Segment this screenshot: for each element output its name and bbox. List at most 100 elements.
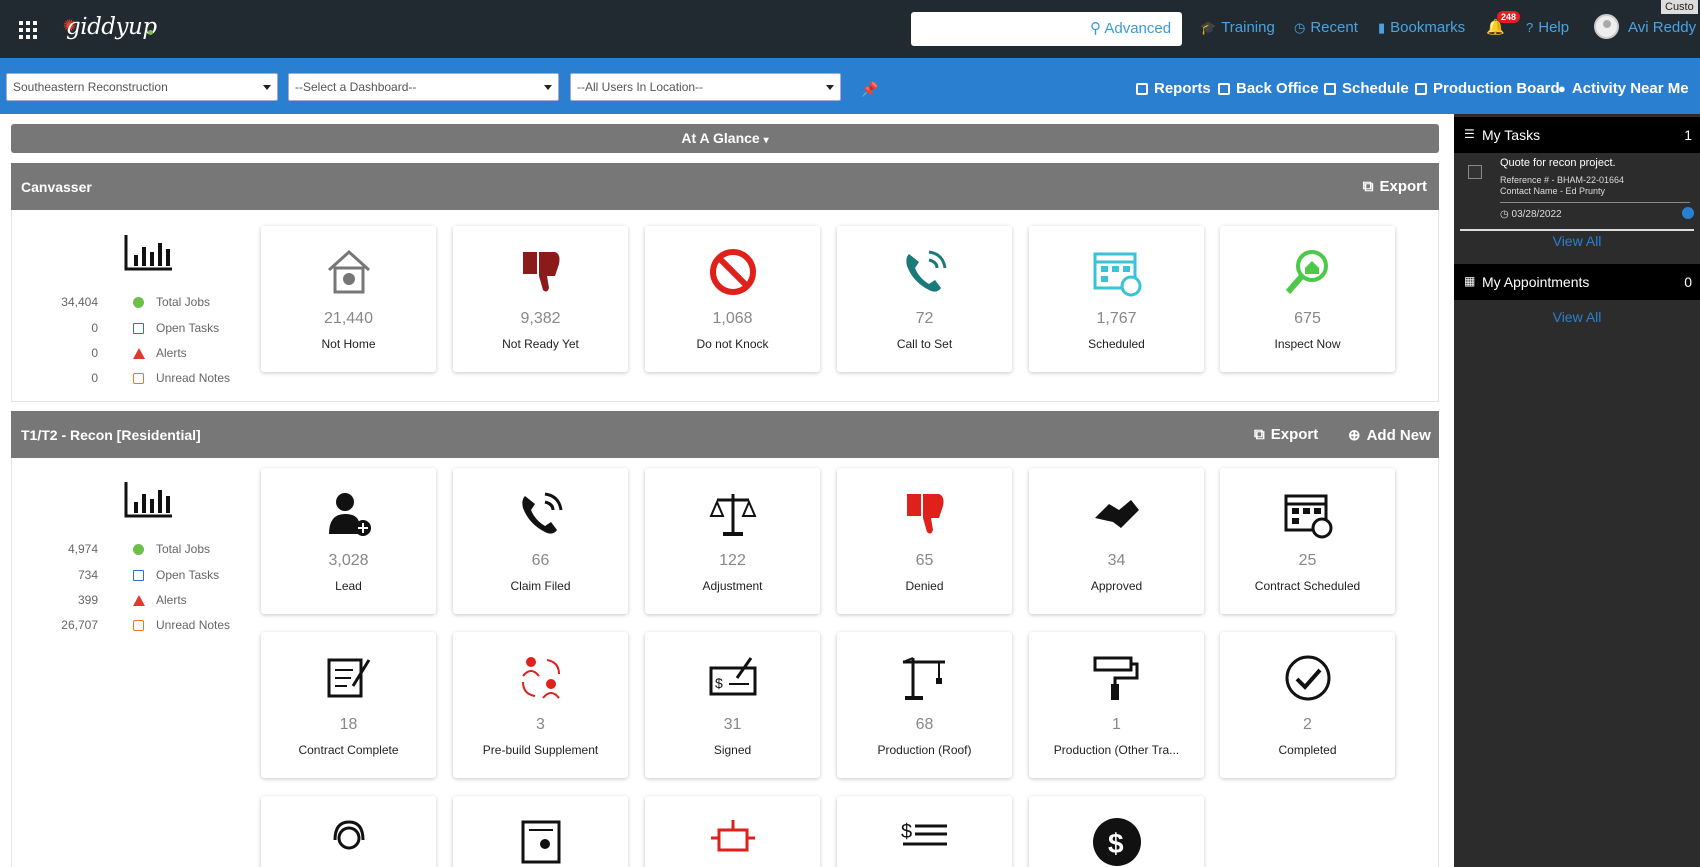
status-card-partial[interactable]: $ [1029, 796, 1204, 867]
card-count: 25 [1298, 552, 1317, 569]
activity-near-me-link[interactable]: ● Activity Near Me [1558, 80, 1689, 97]
card-count: 65 [915, 552, 934, 569]
card-count: 34 [1107, 552, 1126, 569]
corner-tag: Custo [1661, 0, 1698, 14]
dashboard-select[interactable]: --Select a Dashboard-- [288, 73, 559, 101]
my-appointments-header[interactable]: ▦ My Appointments 0 [1454, 264, 1700, 300]
card-count: 122 [719, 552, 746, 569]
stat-label: Open Tasks [156, 568, 220, 582]
apps-grid-icon[interactable] [19, 21, 37, 39]
my-appointments-count: 0 [1684, 274, 1692, 290]
card-count: 3 [536, 716, 545, 733]
task-title[interactable]: Quote for recon project. [1500, 157, 1616, 169]
status-card-not-ready-yet[interactable]: 9,382 Not Ready Yet [453, 226, 628, 372]
avatar[interactable] [1594, 14, 1619, 39]
note-icon [133, 373, 144, 384]
stat-total-jobs[interactable]: 34,404 Total Jobs [11, 295, 241, 315]
right-panel: ☰ My Tasks 1 Quote for recon project. Re… [1454, 114, 1700, 867]
add-new-button[interactable]: ⊕ Add New [1348, 426, 1431, 445]
check-circle-icon [1285, 655, 1331, 701]
app-logo[interactable]: giddyup [66, 14, 157, 40]
location-select[interactable]: Southeastern Reconstruction [6, 73, 278, 101]
canvasser-export-button[interactable]: ⧉ Export [1363, 178, 1427, 195]
card-label: Production (Other Tra... [1053, 743, 1180, 757]
task-checkbox[interactable] [1468, 165, 1482, 179]
status-card-call-to-set[interactable]: 72 Call to Set [837, 226, 1012, 372]
status-card-not-home[interactable]: 21,440 Not Home [261, 226, 436, 372]
status-card-contract-scheduled[interactable]: 25 Contract Scheduled [1220, 468, 1395, 614]
card-label: Contract Complete [298, 743, 399, 757]
stat-value: 26,707 [61, 618, 98, 632]
card-count: 1,068 [712, 310, 753, 327]
svg-text:$: $ [1108, 828, 1124, 859]
nav-help[interactable]: ? Help [1526, 19, 1569, 36]
recon-export-button[interactable]: ⧉ Export [1254, 426, 1318, 443]
status-card-inspect-now[interactable]: 675 Inspect Now [1220, 226, 1395, 372]
status-card-partial[interactable] [645, 796, 820, 867]
back-office-link[interactable]: Back Office [1218, 80, 1319, 97]
status-card-production-other-tra[interactable]: 1 Production (Other Tra... [1029, 632, 1204, 778]
calendar-icon: ▦ [1464, 274, 1476, 288]
schedule-link[interactable]: Schedule [1324, 80, 1409, 97]
status-card-approved[interactable]: 34 Approved [1029, 468, 1204, 614]
status-card-production-roof[interactable]: 68 Production (Roof) [837, 632, 1012, 778]
advanced-search-link[interactable]: ⚲ Advanced [1090, 19, 1171, 37]
status-card-lead[interactable]: 3,028 Lead [261, 468, 436, 614]
stat-total-jobs[interactable]: 4,974 Total Jobs [11, 542, 241, 562]
stat-unread-notes[interactable]: 26,707 Unread Notes [11, 618, 241, 638]
nav-help-label: Help [1538, 19, 1570, 36]
stat-value: 734 [77, 568, 98, 582]
stat-unread-notes[interactable]: 0 Unread Notes [11, 371, 241, 391]
status-card-do-not-knock[interactable]: 1,068 Do not Knock [645, 226, 820, 372]
warning-icon [133, 348, 145, 359]
stat-value: 34,404 [61, 295, 98, 309]
my-tasks-header[interactable]: ☰ My Tasks 1 [1454, 117, 1700, 153]
nav-training[interactable]: 🎓 Training [1200, 19, 1275, 36]
calendar-icon [1324, 82, 1336, 95]
nav-bookmarks[interactable]: ▮ Bookmarks [1378, 19, 1465, 36]
paint-roller-icon [1093, 656, 1139, 700]
status-card-claim-filed[interactable]: 66 Claim Filed [453, 468, 628, 614]
headset-icon [333, 820, 365, 850]
bar-chart-icon [1136, 82, 1148, 95]
external-link-icon: ⧉ [1362, 178, 1374, 195]
green-dot-icon [133, 544, 144, 555]
stat-open-tasks[interactable]: 0 Open Tasks [11, 321, 241, 341]
status-card-contract-complete[interactable]: 18 Contract Complete [261, 632, 436, 778]
stat-alerts[interactable]: 0 Alerts [11, 346, 241, 366]
reports-link[interactable]: Reports [1136, 80, 1211, 97]
status-card-scheduled[interactable]: 1,767 Scheduled [1029, 226, 1204, 372]
tasks-view-all-link[interactable]: View All [1454, 233, 1700, 249]
status-card-partial[interactable]: $ [837, 796, 1012, 867]
at-a-glance-toggle[interactable]: At A Glance ▾ [11, 124, 1439, 153]
thumbs-down-icon [907, 494, 944, 534]
external-link-icon: ⧉ [1254, 426, 1265, 443]
status-card-completed[interactable]: 2 Completed [1220, 632, 1395, 778]
square-icon [133, 570, 144, 581]
appointments-view-all-link[interactable]: View All [1454, 309, 1700, 325]
user-name[interactable]: Avi Reddy [1628, 19, 1696, 36]
status-card-partial[interactable] [261, 796, 436, 867]
status-card-denied[interactable]: 65 Denied [837, 468, 1012, 614]
stat-value: 0 [91, 371, 98, 385]
stat-alerts[interactable]: 399 Alerts [11, 593, 241, 613]
status-card-signed[interactable]: $31 Signed [645, 632, 820, 778]
arrow-right-icon[interactable] [1682, 207, 1694, 219]
stat-value: 0 [91, 346, 98, 360]
no-entry-icon [710, 249, 756, 295]
task-item[interactable]: Quote for recon project. Reference # - B… [1454, 150, 1700, 230]
status-card-adjustment[interactable]: 122 Adjustment [645, 468, 820, 614]
stat-open-tasks[interactable]: 734 Open Tasks [11, 568, 241, 588]
canvasser-title: Canvasser [21, 179, 92, 195]
recon-title: T1/T2 - Recon [Residential] [21, 427, 201, 443]
card-label: Signed [713, 743, 752, 757]
card-count: 1,767 [1096, 310, 1137, 327]
pin-icon[interactable]: 📌 [861, 81, 878, 98]
users-select[interactable]: --All Users In Location-- [570, 73, 841, 101]
status-card-partial[interactable] [453, 796, 628, 867]
production-board-link[interactable]: Production Board [1415, 80, 1560, 97]
nav-recent[interactable]: ◷ Recent [1294, 19, 1358, 36]
status-card-pre-build-supplement[interactable]: 3 Pre-build Supplement [453, 632, 628, 778]
chevron-down-icon: ▾ [763, 135, 769, 146]
svg-text:$: $ [715, 675, 723, 691]
